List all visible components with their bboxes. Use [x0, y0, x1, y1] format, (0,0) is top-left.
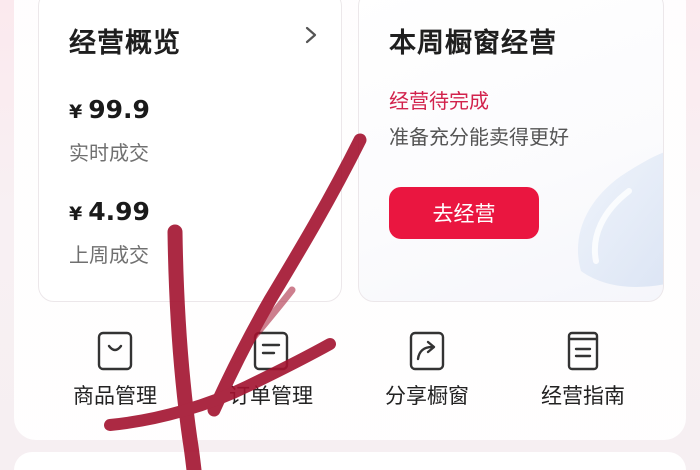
quick-label-order-management: 订单管理 [229, 384, 313, 408]
quick-item-share-window[interactable]: 分享橱窗 [352, 330, 502, 420]
realtime-currency: ¥ [69, 101, 83, 123]
realtime-value: 99.9 [88, 95, 150, 124]
realtime-label: 实时成交 [69, 141, 149, 165]
guide-book-icon [567, 331, 599, 371]
overview-title: 经营概览 [69, 28, 181, 59]
last-week-currency: ¥ [69, 203, 83, 225]
quick-item-operation-guide[interactable]: 经营指南 [508, 330, 658, 420]
share-icon [409, 331, 445, 371]
quick-label-share-window: 分享橱窗 [385, 384, 469, 408]
quick-label-operation-guide: 经营指南 [541, 384, 625, 408]
last-week-value: 4.99 [88, 197, 150, 226]
quick-item-product-management[interactable]: 商品管理 [40, 330, 190, 420]
weekly-hint: 准备充分能卖得更好 [389, 125, 569, 149]
weekly-title: 本周橱窗经营 [389, 28, 557, 59]
quick-item-order-management[interactable]: 订单管理 [196, 330, 346, 420]
last-week-label: 上周成交 [69, 243, 149, 267]
go-manage-button[interactable]: 去经营 [389, 187, 539, 239]
weekly-card[interactable]: 本周橱窗经营 经营待完成 准备充分能卖得更好 去经营 [358, 0, 664, 302]
next-section-card [14, 452, 686, 470]
shopping-bag-icon [97, 331, 133, 371]
last-week-amount: ¥4.99 [69, 197, 150, 226]
realtime-amount: ¥99.9 [69, 95, 150, 124]
overview-card[interactable]: 经营概览 ¥99.9 实时成交 ¥4.99 上周成交 [38, 0, 342, 302]
quick-label-product-management: 商品管理 [73, 384, 157, 408]
glass-decoration-icon [577, 152, 663, 287]
chevron-right-icon[interactable] [301, 25, 321, 45]
weekly-status: 经营待完成 [389, 89, 489, 113]
order-list-icon [253, 331, 289, 371]
